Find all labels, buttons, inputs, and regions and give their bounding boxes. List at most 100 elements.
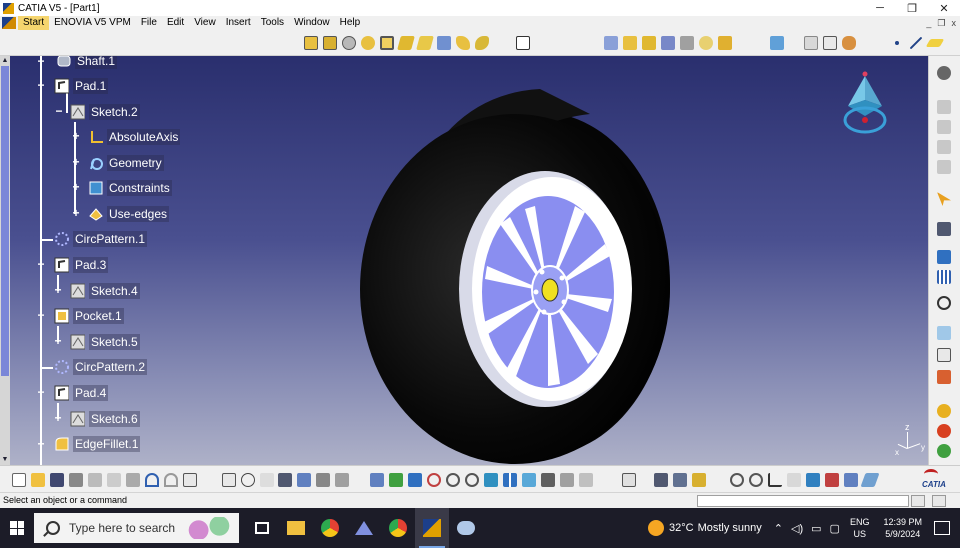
normal-view-button[interactable]: [482, 470, 500, 490]
view-left-button[interactable]: [934, 138, 954, 156]
measure-between-button[interactable]: [652, 470, 670, 490]
chamfer-tool-button[interactable]: [621, 33, 639, 53]
view-back-button[interactable]: [934, 118, 954, 136]
slot-tool-button[interactable]: [416, 33, 434, 53]
stiffener-tool-button[interactable]: [435, 33, 453, 53]
pocket-tool-button[interactable]: [321, 33, 339, 53]
catia-launcher-button[interactable]: [449, 508, 483, 548]
measure-item-button[interactable]: [671, 470, 689, 490]
law-button[interactable]: [258, 470, 276, 490]
expand-toggle-edgefillet1[interactable]: +: [36, 438, 46, 450]
pad-tool-button[interactable]: [302, 33, 320, 53]
collapse-toggle-pad4[interactable]: −: [36, 386, 46, 398]
weather-widget[interactable]: 32°C Mostly sunny: [648, 520, 762, 536]
windows-start-button[interactable]: [0, 508, 34, 548]
thickness-tool-button[interactable]: [678, 33, 696, 53]
volume-icon[interactable]: ◁): [791, 522, 803, 535]
constraint-tool-button[interactable]: [934, 248, 954, 266]
3d-viewport[interactable]: ▲ ▼ z x y − Shaft.1 − Pad.1 − Sketch.2 +…: [0, 56, 928, 465]
tree-item-shaft1[interactable]: Shaft.1: [56, 56, 118, 72]
catalog-button[interactable]: [295, 470, 313, 490]
tree-item-constraints[interactable]: Constraints: [88, 177, 172, 199]
iso-view-button[interactable]: [520, 470, 538, 490]
collapse-toggle-shaft1[interactable]: −: [36, 56, 46, 67]
shaft-tool-button[interactable]: [340, 33, 358, 53]
publish-button[interactable]: [314, 470, 332, 490]
catia-taskbar-button[interactable]: [415, 508, 449, 548]
view-front-button[interactable]: [934, 98, 954, 116]
tree-item-sketch6[interactable]: Sketch.6: [70, 408, 140, 430]
tree-item-edgefillet1[interactable]: EdgeFillet.1: [54, 433, 141, 455]
tree-item-pad1[interactable]: Pad.1: [54, 75, 109, 97]
scroll-up-arrow-icon[interactable]: ▲: [0, 56, 10, 66]
formula-button[interactable]: [220, 470, 238, 490]
mirror-tool-button[interactable]: [697, 33, 715, 53]
close-button[interactable]: ✕: [928, 0, 960, 16]
scrollbar-thumb[interactable]: [1, 66, 9, 376]
loft-tool-button[interactable]: [454, 33, 472, 53]
expand-toggle-sketch5[interactable]: +: [53, 335, 63, 347]
power-input-field[interactable]: [697, 495, 909, 507]
sketch-tool-button[interactable]: [514, 33, 532, 53]
collapse-toggle-sketch2[interactable]: −: [54, 105, 64, 117]
expand-toggle-absoluteaxis[interactable]: +: [71, 130, 81, 142]
help-button[interactable]: [181, 470, 199, 490]
shell-tool-button[interactable]: [659, 33, 677, 53]
apply-material-button[interactable]: [768, 33, 786, 53]
expand-toggle-geometry[interactable]: +: [71, 156, 81, 168]
update-tool-button[interactable]: [821, 33, 839, 53]
menu-insert[interactable]: Insert: [221, 16, 256, 30]
menu-tools[interactable]: Tools: [256, 16, 289, 30]
menu-window[interactable]: Window: [289, 16, 335, 30]
plane-tool-button[interactable]: [925, 33, 945, 53]
tree-item-sketch5[interactable]: Sketch.5: [70, 331, 140, 353]
fly-mode-button[interactable]: [368, 470, 386, 490]
doc-minimize-button[interactable]: _: [926, 16, 931, 30]
notification-icon[interactable]: [934, 521, 950, 535]
multi-view-button[interactable]: [501, 470, 519, 490]
tree-item-geometry[interactable]: Geometry: [88, 152, 164, 174]
view-right-button[interactable]: [934, 158, 954, 176]
wheel-model[interactable]: [350, 84, 680, 465]
expand-toggle-constraints[interactable]: +: [71, 181, 81, 193]
catia-menu-logo-icon[interactable]: [2, 17, 16, 29]
status-button-1[interactable]: [911, 495, 925, 507]
groove-tool-button[interactable]: [359, 33, 377, 53]
minimize-button[interactable]: ─: [864, 0, 896, 16]
check-button[interactable]: [747, 470, 765, 490]
scale-button[interactable]: [785, 470, 803, 490]
tree-item-pad3[interactable]: Pad.3: [54, 254, 109, 276]
copy-button[interactable]: [105, 470, 123, 490]
measure-tool-button[interactable]: [934, 220, 954, 238]
tree-item-circpattern1[interactable]: CircPattern.1: [54, 228, 148, 250]
remove-loft-tool-button[interactable]: [473, 33, 491, 53]
snap-tool-button[interactable]: [934, 294, 954, 312]
annotation-tool-button[interactable]: [934, 346, 954, 364]
doc-restore-button[interactable]: ❐: [937, 16, 945, 30]
table-button[interactable]: [276, 470, 294, 490]
tree-item-use-edges[interactable]: Use-edges: [88, 203, 170, 225]
settings-tool-button[interactable]: [934, 64, 954, 82]
chevron-up-icon[interactable]: ⌃: [774, 522, 783, 535]
grid-tool-button[interactable]: [934, 268, 954, 286]
taskbar-clock[interactable]: 12:39 PM 5/9/2024: [883, 516, 922, 540]
menu-file[interactable]: File: [136, 16, 162, 30]
text-tool-button[interactable]: [934, 324, 954, 342]
properties-button[interactable]: [620, 470, 638, 490]
pattern-tool-button[interactable]: [716, 33, 734, 53]
eraser-button[interactable]: [860, 470, 880, 490]
zoom-out-button[interactable]: [463, 470, 481, 490]
network-icon[interactable]: ▭: [811, 522, 821, 535]
chrome-button[interactable]: [313, 508, 347, 548]
redo-button[interactable]: [162, 470, 180, 490]
menu-start[interactable]: Start: [18, 16, 50, 30]
expand-toggle-sketch4[interactable]: +: [53, 284, 63, 296]
section-button[interactable]: [804, 470, 822, 490]
boolean-tool-button[interactable]: [802, 33, 820, 53]
comment-button[interactable]: [239, 470, 257, 490]
tree-item-pocket1[interactable]: Pocket.1: [54, 305, 124, 327]
render-tool-button[interactable]: [934, 368, 954, 386]
point-tool-button[interactable]: [888, 33, 906, 53]
update-all-button[interactable]: [728, 470, 746, 490]
tree-item-pad4[interactable]: Pad.4: [54, 382, 109, 404]
